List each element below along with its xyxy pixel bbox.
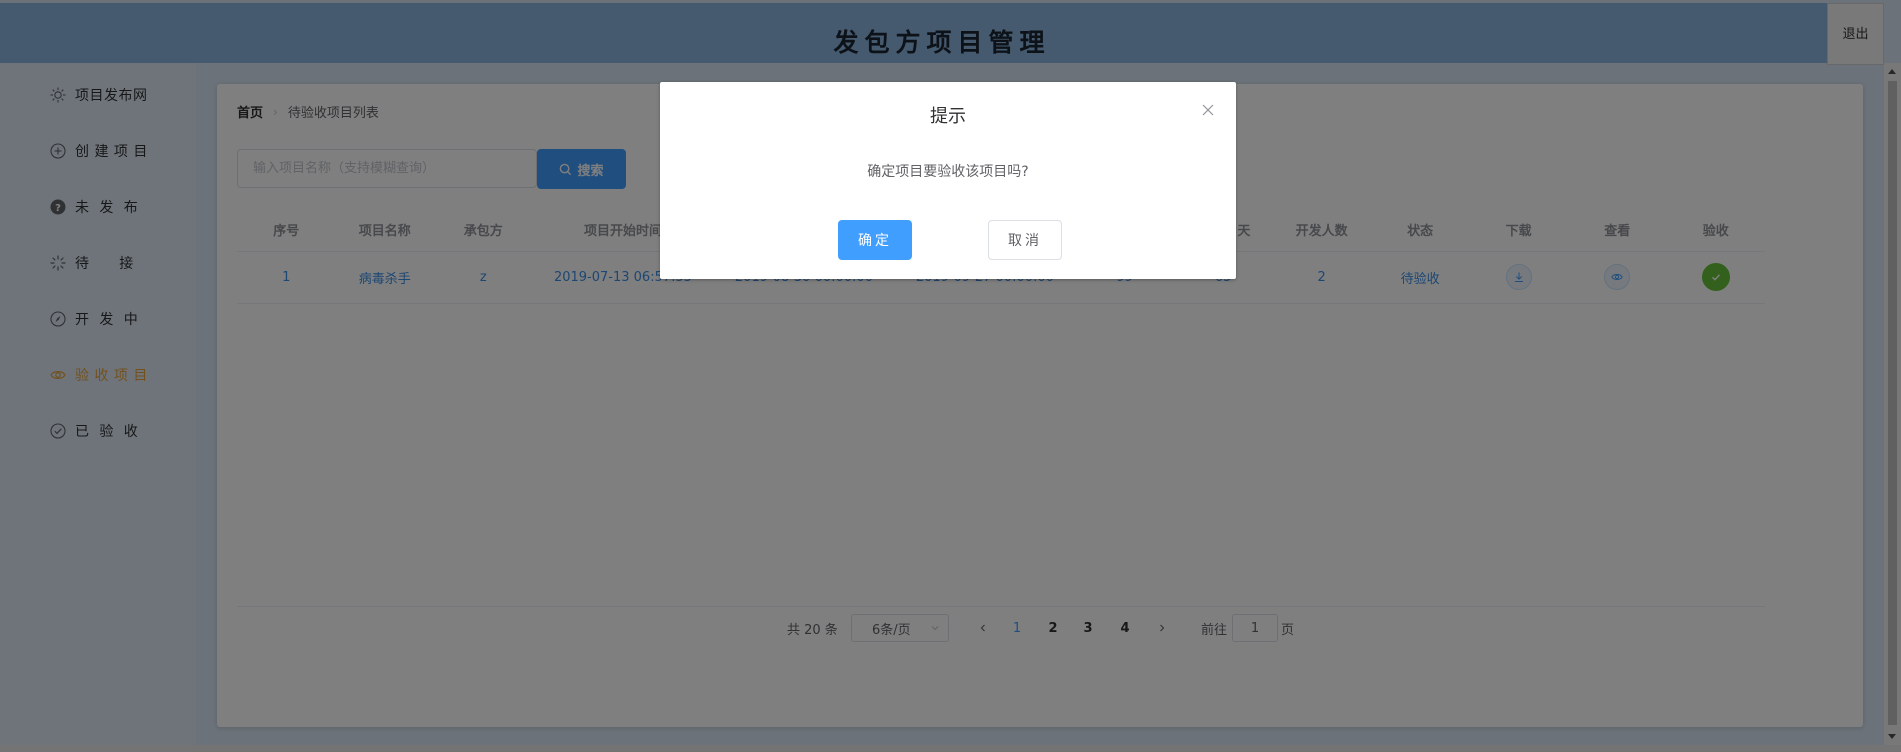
cancel-button[interactable]: 取消 — [988, 220, 1062, 260]
confirm-dialog: 提示 确定项目要验收该项目吗? 确定 取消 — [660, 82, 1236, 279]
confirm-button[interactable]: 确定 — [838, 220, 912, 260]
dialog-title: 提示 — [930, 106, 966, 127]
close-icon[interactable] — [1200, 102, 1216, 118]
dialog-message: 确定项目要验收该项目吗? — [867, 164, 1029, 180]
